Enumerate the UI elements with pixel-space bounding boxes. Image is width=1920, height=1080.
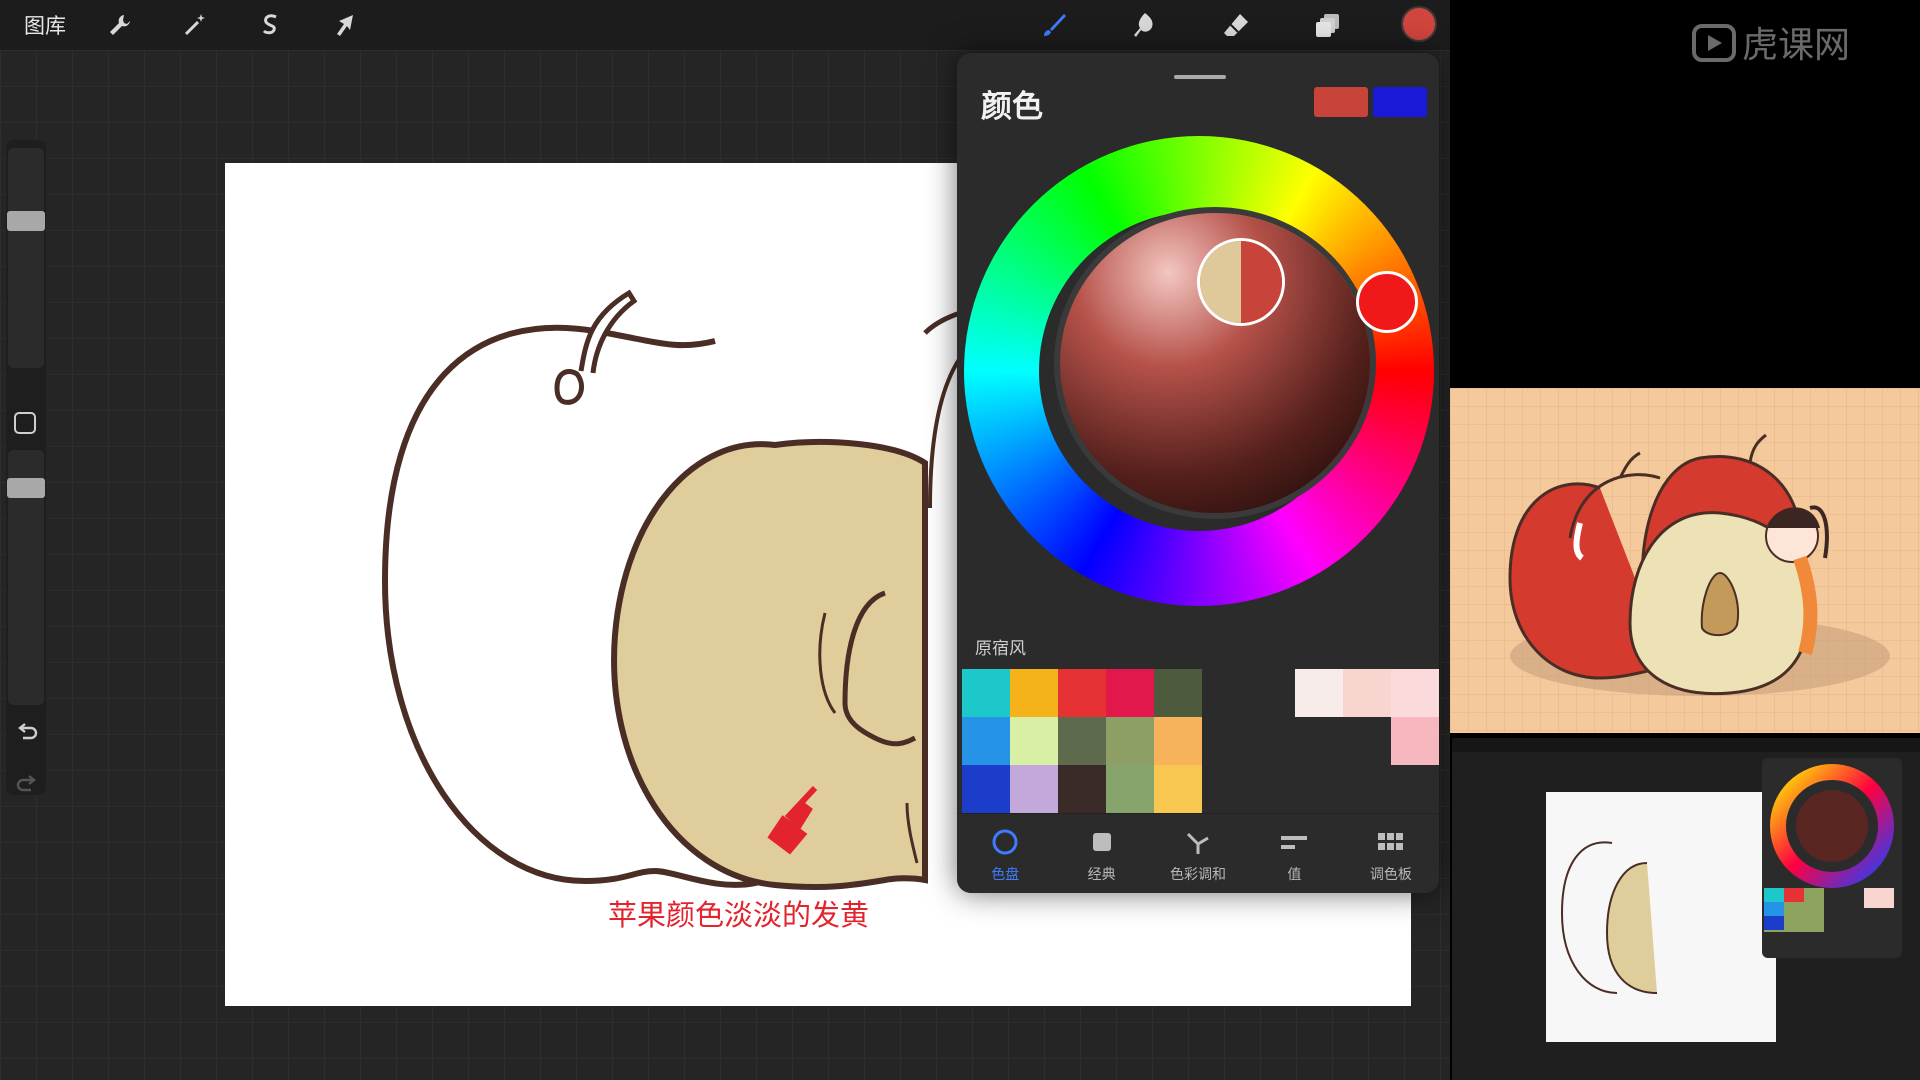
palette-grid-right xyxy=(1295,669,1439,765)
svg-text:虎课网: 虎课网 xyxy=(1742,25,1850,66)
modify-square-button[interactable] xyxy=(14,412,36,434)
brush-size-handle[interactable] xyxy=(7,211,45,231)
palette-swatch[interactable] xyxy=(1391,717,1439,765)
brush-icon[interactable] xyxy=(1035,7,1071,43)
smudge-icon[interactable] xyxy=(1127,7,1163,43)
palette-swatch[interactable] xyxy=(1154,717,1202,765)
grid-icon xyxy=(1377,833,1403,850)
color-mode-tabs: 色盘 经典 色彩调和 值 调色板 xyxy=(957,813,1439,893)
tab-label: 经典 xyxy=(1087,867,1116,883)
eraser-icon[interactable] xyxy=(1218,7,1254,43)
tab-disc[interactable]: 色盘 xyxy=(957,814,1053,893)
palette-grid xyxy=(962,669,1204,813)
left-sidebar xyxy=(6,140,46,795)
opacity-handle[interactable] xyxy=(7,478,45,498)
tab-value[interactable]: 值 xyxy=(1246,814,1342,893)
panel-grabber[interactable] xyxy=(1174,75,1226,79)
watermark-logo: 虎课网 xyxy=(1692,24,1850,66)
palette-swatch[interactable] xyxy=(1343,669,1391,717)
disc-icon xyxy=(992,829,1018,855)
palette-swatch[interactable] xyxy=(1010,717,1058,765)
palette-swatch[interactable] xyxy=(962,669,1010,717)
magic-wand-icon[interactable] xyxy=(177,7,213,43)
tab-label: 调色板 xyxy=(1369,867,1412,883)
palette-name: 原宿风 xyxy=(975,639,1026,659)
palette-swatch[interactable] xyxy=(1295,669,1343,717)
tab-harmony[interactable]: 色彩调和 xyxy=(1150,814,1246,893)
current-color-button[interactable] xyxy=(1401,6,1437,42)
tab-label: 色彩调和 xyxy=(1170,867,1227,883)
palette-swatch[interactable] xyxy=(1106,765,1154,813)
tab-classic[interactable]: 经典 xyxy=(1053,814,1149,893)
gallery-button[interactable]: 图库 xyxy=(24,10,82,40)
value-sliders-icon xyxy=(1281,836,1308,849)
palette-swatch[interactable] xyxy=(1154,669,1202,717)
color-panel: 颜色 原宿风 色盘 经典 色彩调和 值 调色板 xyxy=(957,53,1439,893)
wrench-icon[interactable] xyxy=(102,7,138,43)
palette-swatch[interactable] xyxy=(962,717,1010,765)
reference-illustration xyxy=(1450,388,1920,733)
top-toolbar: 图库 xyxy=(0,0,1450,50)
redo-icon[interactable] xyxy=(14,772,40,798)
palette-swatch[interactable] xyxy=(1058,669,1106,717)
palette-swatch[interactable] xyxy=(1058,765,1106,813)
palette-swatch[interactable] xyxy=(1010,765,1058,813)
palette-swatch[interactable] xyxy=(1391,669,1439,717)
primary-color-swatch[interactable] xyxy=(1314,87,1368,117)
square-icon xyxy=(1092,833,1111,851)
palette-swatch[interactable] xyxy=(1010,669,1058,717)
tab-label: 值 xyxy=(1287,867,1302,883)
annotation-text: 苹果颜色淡淡的发黄 xyxy=(608,898,870,932)
tab-label: 色盘 xyxy=(991,867,1020,883)
hue-handle[interactable] xyxy=(1356,271,1418,333)
palette-swatch[interactable] xyxy=(1154,765,1202,813)
secondary-color-swatch[interactable] xyxy=(1373,87,1427,117)
panel-title: 颜色 xyxy=(981,89,1043,125)
palette-swatch[interactable] xyxy=(962,765,1010,813)
palette-swatch[interactable] xyxy=(1058,717,1106,765)
undo-icon[interactable] xyxy=(14,720,40,746)
color-picker-handle[interactable] xyxy=(1197,238,1285,326)
brush-size-slider[interactable] xyxy=(8,148,44,368)
selection-icon[interactable] xyxy=(252,7,288,43)
palette-swatch[interactable] xyxy=(1106,669,1154,717)
harmony-icon xyxy=(1186,832,1209,854)
tab-palettes[interactable]: 调色板 xyxy=(1343,814,1439,893)
transform-arrow-icon[interactable] xyxy=(327,7,363,43)
reference-screen-recording xyxy=(1452,738,1920,1080)
layers-icon[interactable] xyxy=(1310,7,1346,43)
palette-swatch[interactable] xyxy=(1106,717,1154,765)
procreate-app: 图库 苹果颜色淡淡的发黄 颜色 原宿风 色盘 经典 色彩调和 值 调色板 xyxy=(0,0,1450,1080)
